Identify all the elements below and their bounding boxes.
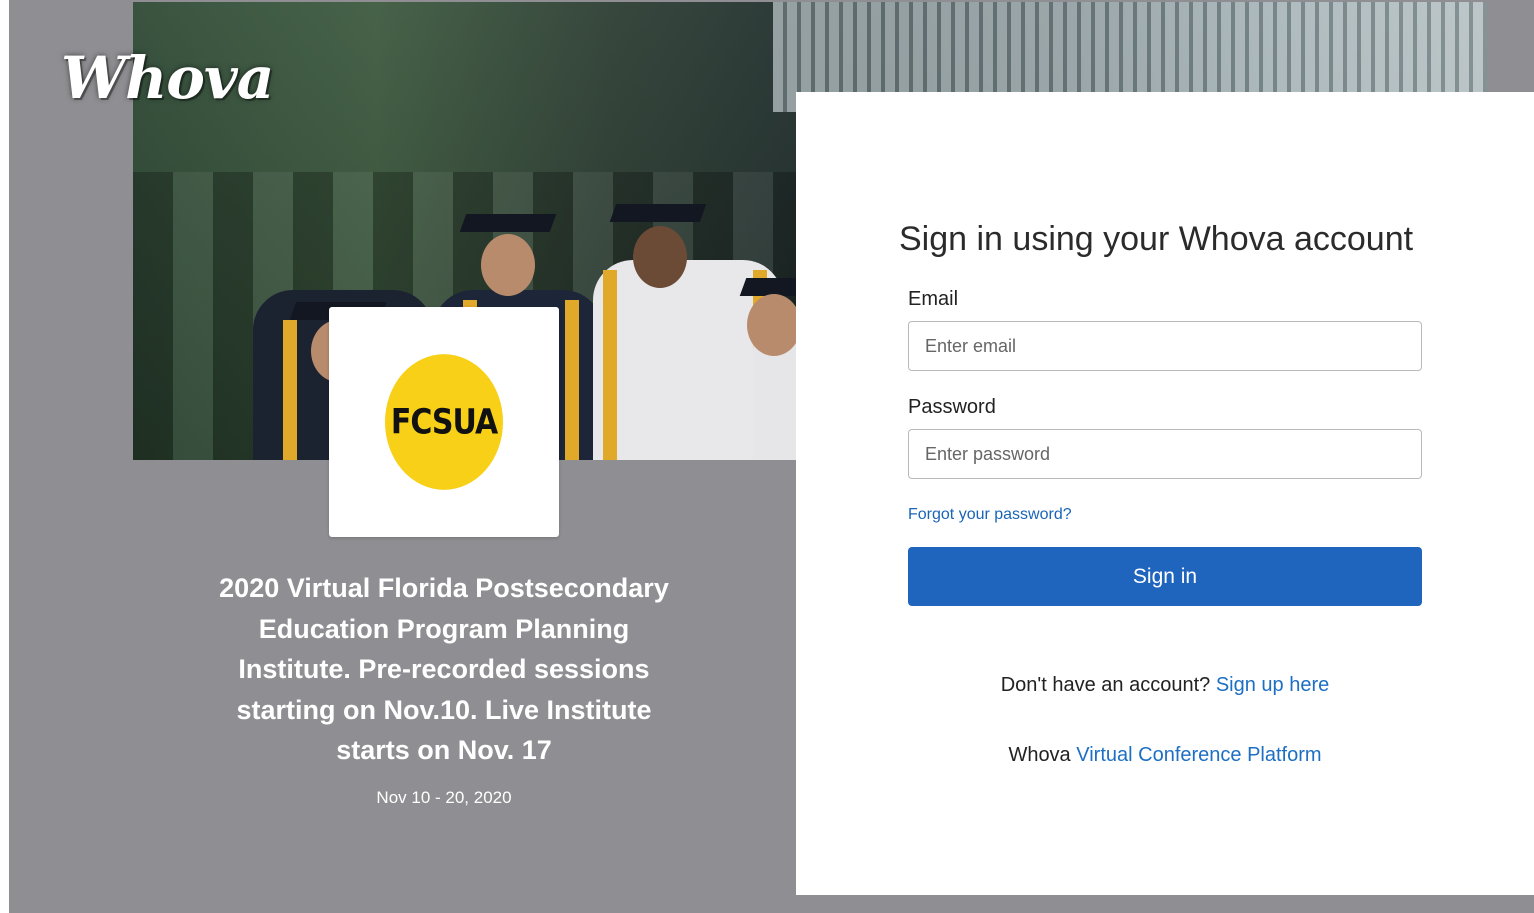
- signup-prompt-text: Don't have an account?: [1000, 674, 1211, 696]
- platform-prefix: Whova: [1008, 744, 1071, 766]
- platform-line: Whova Virtual Conference Platform: [908, 744, 1422, 767]
- event-logo-card: FCSUA: [329, 307, 559, 537]
- signin-heading: Sign in using your Whova account: [899, 220, 1414, 258]
- sign-in-button[interactable]: Sign in: [908, 547, 1422, 606]
- password-label: Password: [908, 396, 996, 418]
- event-dates: Nov 10 - 20, 2020: [376, 788, 512, 807]
- email-input[interactable]: [908, 321, 1422, 371]
- virtual-conference-platform-link[interactable]: Virtual Conference Platform: [1076, 744, 1321, 766]
- whova-logo: Whova: [61, 44, 274, 112]
- email-label: Email: [908, 288, 959, 310]
- event-title: 2020 Virtual Florida Postsecondary Educa…: [219, 573, 669, 765]
- password-input[interactable]: [908, 429, 1422, 479]
- event-logo: FCSUA: [385, 354, 503, 490]
- sign-up-link[interactable]: Sign up here: [1216, 674, 1329, 696]
- signin-panel: Sign in using your Whova account Email P…: [796, 92, 1534, 895]
- signup-prompt-line: Don't have an account? Sign up here: [908, 674, 1422, 697]
- forgot-password-link[interactable]: Forgot your password?: [908, 506, 1072, 524]
